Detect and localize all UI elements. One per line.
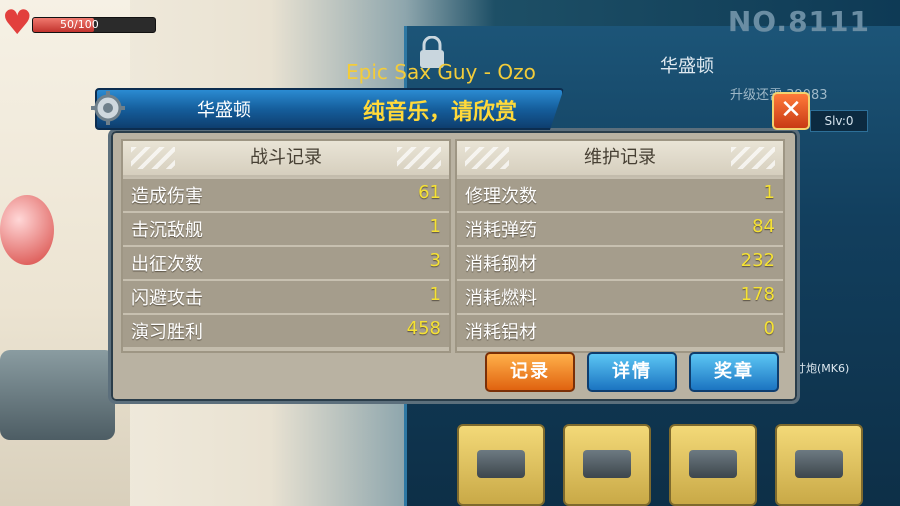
turret-decoration xyxy=(0,350,115,440)
card-weapon-label: 寸炮(MK6) xyxy=(795,362,850,375)
record-button[interactable]: 记录 xyxy=(485,352,575,392)
stat-value: 3 xyxy=(429,250,441,271)
stat-value: 458 xyxy=(406,318,441,339)
close-button[interactable]: ✕ xyxy=(772,92,810,130)
battle-record-panel: 战斗记录 造成伤害 61 击沉敌舰 1 出征次数 3 闪避攻击 1 演习胜利 4… xyxy=(121,139,451,353)
stat-value: 61 xyxy=(418,182,441,203)
card-slv-badge: Slv:0 xyxy=(810,110,868,132)
stat-row: 消耗铝材 0 xyxy=(457,313,783,347)
equipment-slot-4[interactable] xyxy=(775,424,863,506)
battle-record-header: 战斗记录 xyxy=(123,141,449,175)
header-stripe-decoration xyxy=(731,147,775,169)
balloon-decoration xyxy=(0,195,54,265)
hp-text: 50/100 xyxy=(60,18,99,31)
stat-row: 造成伤害 61 xyxy=(123,177,449,211)
stat-label: 消耗铝材 xyxy=(465,322,537,343)
battle-record-title: 战斗记录 xyxy=(250,147,322,168)
gun-icon xyxy=(583,450,631,478)
maintenance-record-header: 维护记录 xyxy=(457,141,783,175)
music-track-label: Epic Sax Guy - Ozo xyxy=(346,60,536,84)
detail-button[interactable]: 详情 xyxy=(587,352,677,392)
stat-row: 闪避攻击 1 xyxy=(123,279,449,313)
dialog-subtitle: 纯音乐，请欣赏 xyxy=(363,100,518,125)
gun-icon xyxy=(795,450,843,478)
stat-value: 84 xyxy=(752,216,775,237)
stat-row: 出征次数 3 xyxy=(123,245,449,279)
equipment-slot-1[interactable] xyxy=(457,424,545,506)
stat-value: 1 xyxy=(763,182,775,203)
stat-label: 消耗燃料 xyxy=(465,288,537,309)
equipment-slot-3[interactable] xyxy=(669,424,757,506)
gear-icon xyxy=(91,91,125,125)
stat-label: 造成伤害 xyxy=(131,186,203,207)
gun-icon xyxy=(477,450,525,478)
header-stripe-decoration xyxy=(397,147,441,169)
stat-value: 1 xyxy=(429,284,441,305)
maintenance-record-title: 维护记录 xyxy=(584,147,656,168)
header-stripe-decoration xyxy=(465,147,509,169)
stat-label: 消耗钢材 xyxy=(465,254,537,275)
stat-label: 修理次数 xyxy=(465,186,537,207)
stat-row: 消耗钢材 232 xyxy=(457,245,783,279)
card-ship-name: 华盛顿 xyxy=(660,56,714,77)
stat-value: 232 xyxy=(740,250,775,271)
stat-label: 消耗弹药 xyxy=(465,220,537,241)
stat-value: 178 xyxy=(740,284,775,305)
stat-row: 演习胜利 458 xyxy=(123,313,449,347)
dialog-ship-name: 华盛顿 xyxy=(197,100,251,121)
stat-row: 击沉敌舰 1 xyxy=(123,211,449,245)
stat-value: 0 xyxy=(763,318,775,339)
stat-label: 演习胜利 xyxy=(131,322,203,343)
stat-label: 出征次数 xyxy=(131,254,203,275)
equipment-slot-2[interactable] xyxy=(563,424,651,506)
hp-bar: ♥ 50/100 xyxy=(2,3,156,43)
stat-row: 修理次数 1 xyxy=(457,177,783,211)
stat-value: 1 xyxy=(429,216,441,237)
stat-label: 闪避攻击 xyxy=(131,288,203,309)
heart-icon: ♥ xyxy=(2,3,33,43)
medal-button[interactable]: 奖章 xyxy=(689,352,779,392)
stat-row: 消耗燃料 178 xyxy=(457,279,783,313)
stat-label: 击沉敌舰 xyxy=(131,220,203,241)
stat-row: 消耗弹药 84 xyxy=(457,211,783,245)
header-stripe-decoration xyxy=(131,147,175,169)
maintenance-record-panel: 维护记录 修理次数 1 消耗弹药 84 消耗钢材 232 消耗燃料 178 消耗… xyxy=(455,139,785,353)
gun-icon xyxy=(689,450,737,478)
dialog-title-bar: 华盛顿 纯音乐，请欣赏 xyxy=(95,88,564,130)
ship-number: NO.8111 xyxy=(727,5,870,38)
